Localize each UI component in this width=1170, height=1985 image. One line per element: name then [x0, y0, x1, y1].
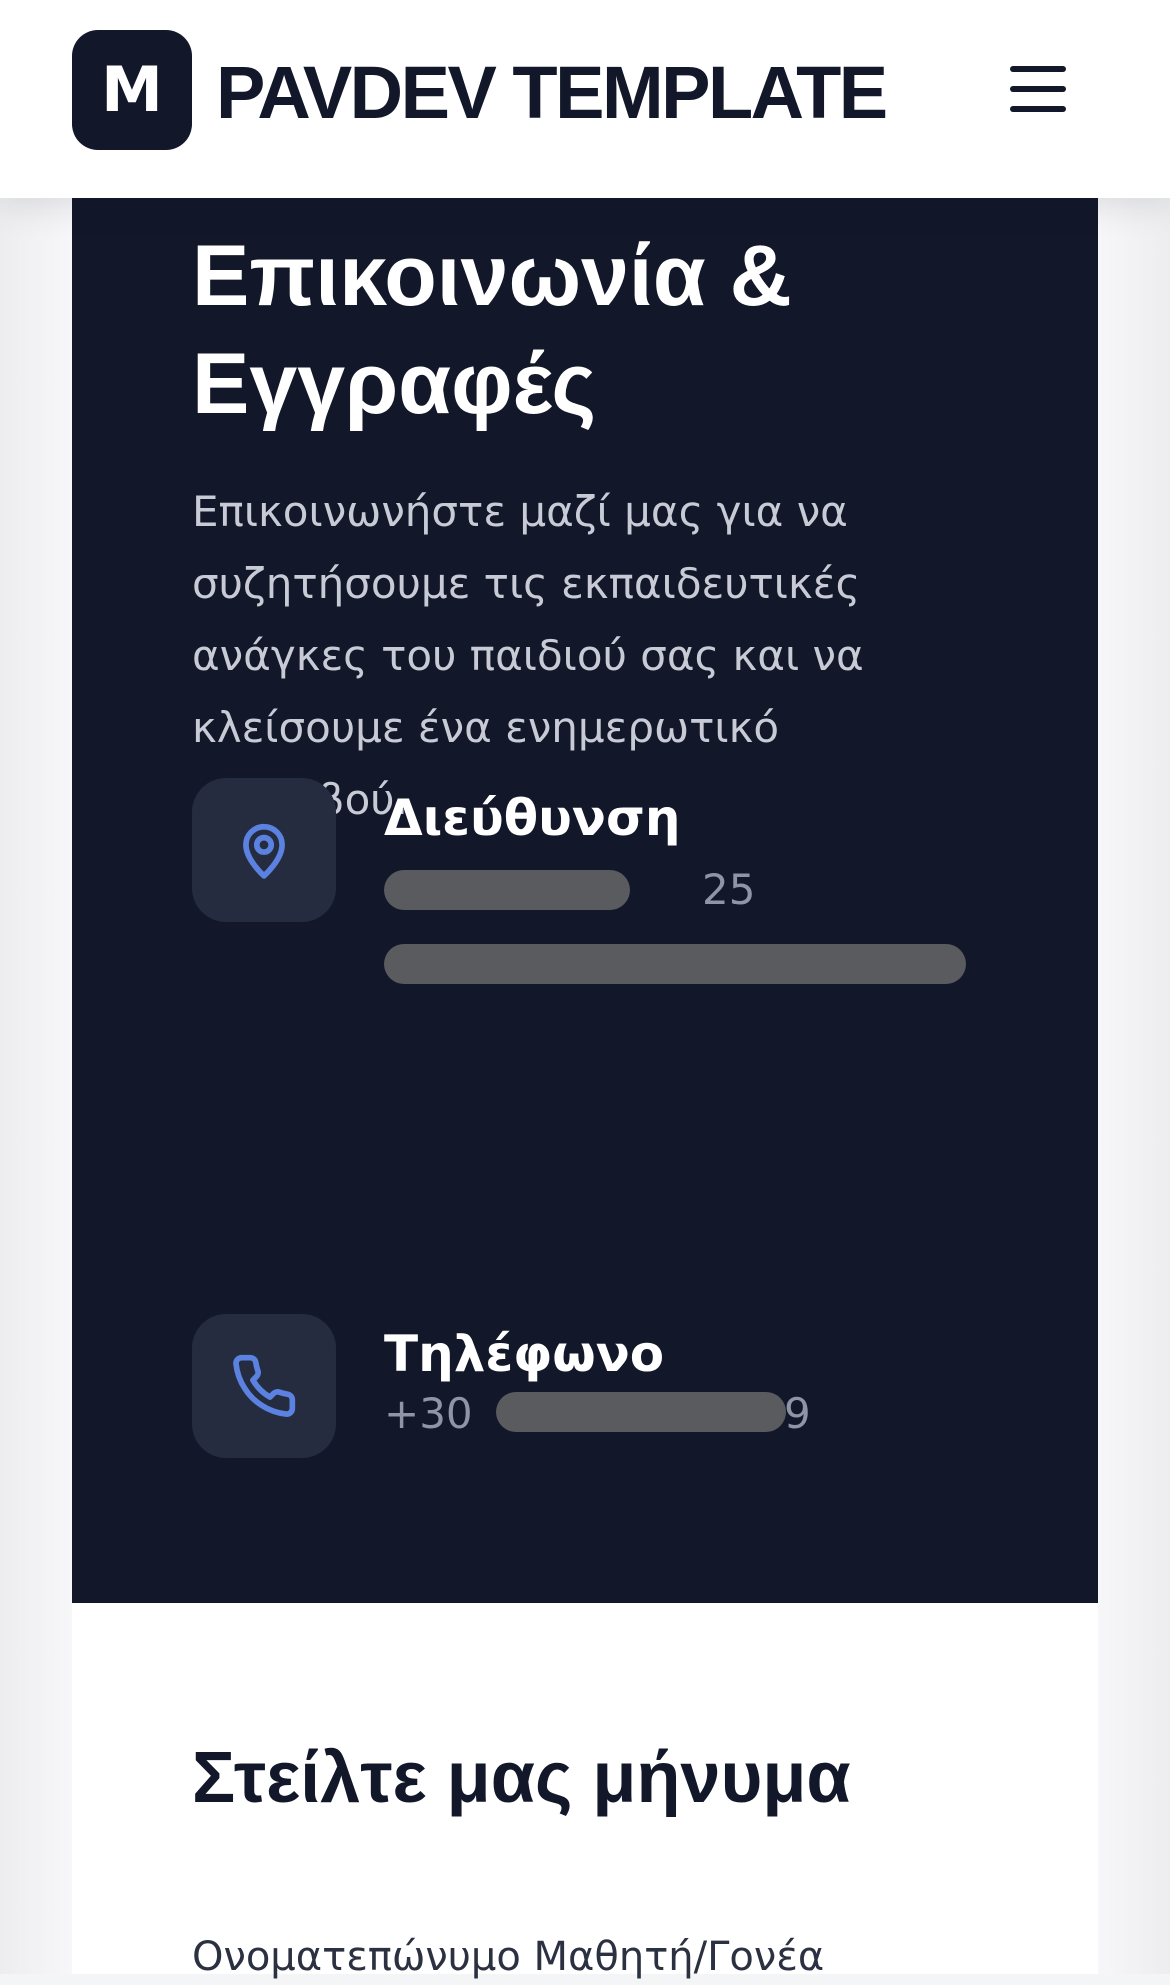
address-line-2-redaction — [384, 944, 966, 984]
menu-bar — [1010, 66, 1066, 72]
map-pin-icon — [243, 823, 285, 879]
logo-badge[interactable]: M — [72, 30, 192, 150]
contact-title: Επικοινωνία & Εγγραφές — [192, 228, 792, 432]
address-heading: Διεύθυνση — [384, 789, 681, 847]
menu-bar — [1010, 106, 1066, 112]
address-icon-box — [192, 778, 336, 922]
phone-number-prefix[interactable]: +30 — [384, 1384, 473, 1444]
hamburger-menu-icon[interactable] — [1000, 58, 1078, 122]
brand-name[interactable]: PAVDEV TEMPLATE — [216, 48, 888, 138]
form-title: Στείλτε μας μήνυμα — [192, 1738, 851, 1818]
phone-block: Τηλέφωνο +30 9 — [192, 1314, 1012, 1464]
phone-number-redaction — [496, 1392, 786, 1432]
phone-icon-box — [192, 1314, 336, 1458]
contact-info-card: Επικοινωνία & Εγγραφές Επικοινωνήστε μαζ… — [72, 198, 1098, 1603]
phone-number-suffix: 9 — [784, 1389, 811, 1438]
site-header: M PAVDEV TEMPLATE — [0, 0, 1170, 198]
logo-letter: M — [101, 53, 163, 126]
menu-bar — [1010, 86, 1066, 92]
address-line-1-redaction — [384, 870, 630, 910]
name-field-label: Ονοματεπώνυμο Μαθητή/Γονέα — [192, 1934, 825, 1980]
message-form-card: Στείλτε μας μήνυμα Ονοματεπώνυμο Μαθητή/… — [72, 1603, 1098, 1980]
address-block: Διεύθυνση 25 — [192, 778, 1012, 998]
address-line-1-visible: 25 — [702, 865, 756, 914]
phone-icon — [233, 1354, 296, 1417]
phone-heading: Τηλέφωνο — [384, 1325, 665, 1383]
